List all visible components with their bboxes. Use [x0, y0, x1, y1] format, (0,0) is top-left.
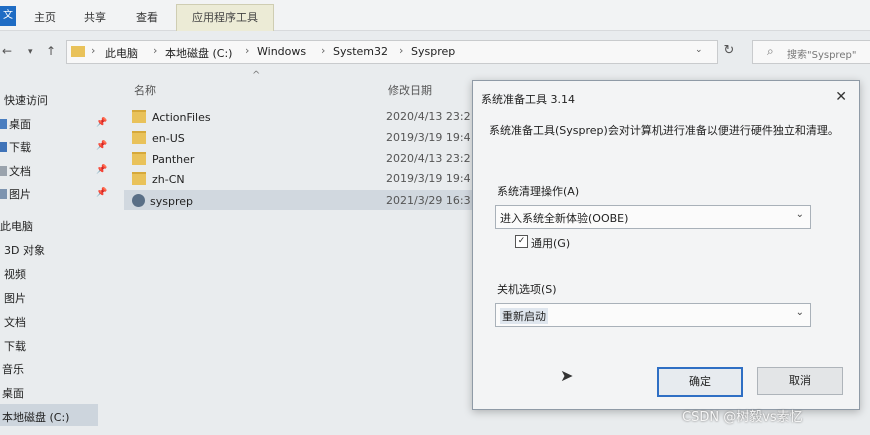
search-icon: ⌕: [767, 44, 774, 58]
breadcrumb-separator-icon: ›: [153, 44, 158, 57]
breadcrumb-windows[interactable]: Windows: [257, 45, 306, 58]
document-icon: [0, 166, 7, 176]
folder-icon: [132, 131, 146, 144]
sidebar-item-quick-access[interactable]: 快速访问: [4, 92, 48, 108]
close-icon[interactable]: ✕: [835, 89, 847, 105]
address-dropdown-icon[interactable]: ⌄: [695, 45, 703, 55]
sidebar-item-desktop[interactable]: 桌面: [0, 116, 31, 132]
cleanup-action-select[interactable]: 进入系统全新体验(OOBE) ⌄: [495, 205, 811, 229]
desktop-icon: [0, 119, 7, 129]
chevron-down-icon: ⌄: [795, 307, 804, 318]
generalize-label[interactable]: 通用(G): [531, 235, 570, 251]
list-item[interactable]: ActionFiles: [132, 110, 211, 124]
pin-icon[interactable]: 📌: [96, 118, 107, 128]
folder-icon: [132, 172, 146, 185]
sidebar-item-documents[interactable]: 文档: [0, 163, 31, 179]
column-header-name[interactable]: 名称: [134, 82, 156, 98]
sidebar-item-music[interactable]: 音乐: [2, 361, 24, 377]
refresh-icon[interactable]: ↻: [718, 40, 740, 62]
application-gear-icon: [132, 194, 145, 207]
sidebar-item-downloads-pc[interactable]: 下载: [4, 338, 26, 354]
sidebar-item-local-disk[interactable]: 本地磁盘 (C:): [2, 409, 69, 425]
back-arrow-icon[interactable]: ←: [2, 44, 12, 58]
navigation-pane: 快速访问 桌面 📌 下载 📌 文档 📌 图片 📌 此电脑 3D 对象 视频 图片…: [0, 80, 112, 435]
ribbon: 文 主页 共享 查看 应用程序工具: [0, 0, 870, 31]
list-item[interactable]: Panther: [132, 152, 194, 166]
file-date: 2020/4/13 23:2: [386, 110, 471, 123]
sidebar-item-this-pc[interactable]: 此电脑: [0, 218, 33, 234]
dialog-title: 系统准备工具 3.14: [481, 93, 575, 106]
address-bar[interactable]: › 此电脑 › 本地磁盘 (C:) › Windows › System32 ›…: [66, 40, 718, 64]
tab-view[interactable]: 查看: [136, 9, 158, 25]
pin-icon[interactable]: 📌: [96, 188, 107, 198]
sidebar-item-pictures[interactable]: 图片: [0, 186, 31, 202]
cleanup-action-value: 进入系统全新体验(OOBE): [500, 212, 629, 225]
download-icon: [0, 142, 7, 152]
file-date: 2019/3/19 19:4: [386, 172, 471, 185]
breadcrumb-separator-icon: ›: [91, 44, 96, 57]
folder-icon: [71, 46, 85, 57]
list-item[interactable]: en-US: [132, 131, 185, 145]
generalize-checkbox[interactable]: ✓: [515, 235, 528, 248]
mouse-cursor-icon: ➤: [560, 366, 574, 385]
breadcrumb-system32[interactable]: System32: [333, 45, 388, 58]
shutdown-options-label: 关机选项(S): [497, 283, 557, 296]
sidebar-item-videos[interactable]: 视频: [4, 266, 26, 282]
history-chevron-icon[interactable]: ▾: [28, 47, 33, 57]
sysprep-dialog: 系统准备工具 3.14 ✕ 系统准备工具(Sysprep)会对计算机进行准备以便…: [472, 80, 860, 410]
list-item-sysprep[interactable]: sysprep: [132, 194, 193, 208]
sidebar-item-documents-pc[interactable]: 文档: [4, 314, 26, 330]
search-input[interactable]: ⌕ 搜索"Sysprep": [752, 40, 870, 64]
breadcrumb-sysprep[interactable]: Sysprep: [411, 45, 455, 58]
chevron-down-icon: ⌄: [795, 209, 804, 220]
sidebar-item-pictures-pc[interactable]: 图片: [4, 290, 26, 306]
file-date: 2021/3/29 16:3: [386, 194, 471, 207]
file-date: 2019/3/19 19:4: [386, 131, 471, 144]
shutdown-options-select[interactable]: 重新启动 ⌄: [495, 303, 811, 327]
tab-application-tools[interactable]: 应用程序工具: [176, 4, 274, 31]
cleanup-action-label: 系统清理操作(A): [497, 185, 580, 198]
watermark: CSDN @树毅vs素忆: [682, 410, 803, 425]
pin-icon[interactable]: 📌: [96, 141, 107, 151]
pin-icon[interactable]: 📌: [96, 165, 107, 175]
folder-icon: [132, 110, 146, 123]
column-header-modified[interactable]: 修改日期: [388, 82, 432, 98]
breadcrumb-separator-icon: ›: [321, 44, 326, 57]
list-item[interactable]: zh-CN: [132, 172, 185, 186]
tab-home[interactable]: 主页: [34, 9, 56, 25]
sidebar-item-downloads[interactable]: 下载: [0, 139, 31, 155]
navigation-bar: ← ▾ ↑ › 此电脑 › 本地磁盘 (C:) › Windows › Syst…: [0, 36, 870, 68]
sort-ascending-icon: ^: [252, 70, 261, 81]
sidebar-item-desktop-pc[interactable]: 桌面: [2, 385, 24, 401]
file-date: 2020/4/13 23:2: [386, 152, 471, 165]
breadcrumb-this-pc[interactable]: 此电脑: [105, 45, 138, 61]
sidebar-item-3d-objects[interactable]: 3D 对象: [4, 242, 45, 258]
ok-button[interactable]: 确定: [657, 367, 743, 397]
breadcrumb-separator-icon: ›: [245, 44, 250, 57]
dialog-description: 系统准备工具(Sysprep)会对计算机进行准备以便进行硬件独立和清理。: [489, 124, 839, 137]
shutdown-options-value: 重新启动: [500, 308, 548, 324]
picture-icon: [0, 189, 7, 199]
search-placeholder: 搜索"Sysprep": [787, 50, 857, 61]
up-arrow-icon[interactable]: ↑: [46, 44, 56, 58]
cancel-button[interactable]: 取消: [757, 367, 843, 395]
tab-share[interactable]: 共享: [84, 9, 106, 25]
breadcrumb-local-disk[interactable]: 本地磁盘 (C:): [165, 45, 232, 61]
file-tab[interactable]: 文: [0, 6, 16, 26]
folder-icon: [132, 152, 146, 165]
breadcrumb-separator-icon: ›: [399, 44, 404, 57]
